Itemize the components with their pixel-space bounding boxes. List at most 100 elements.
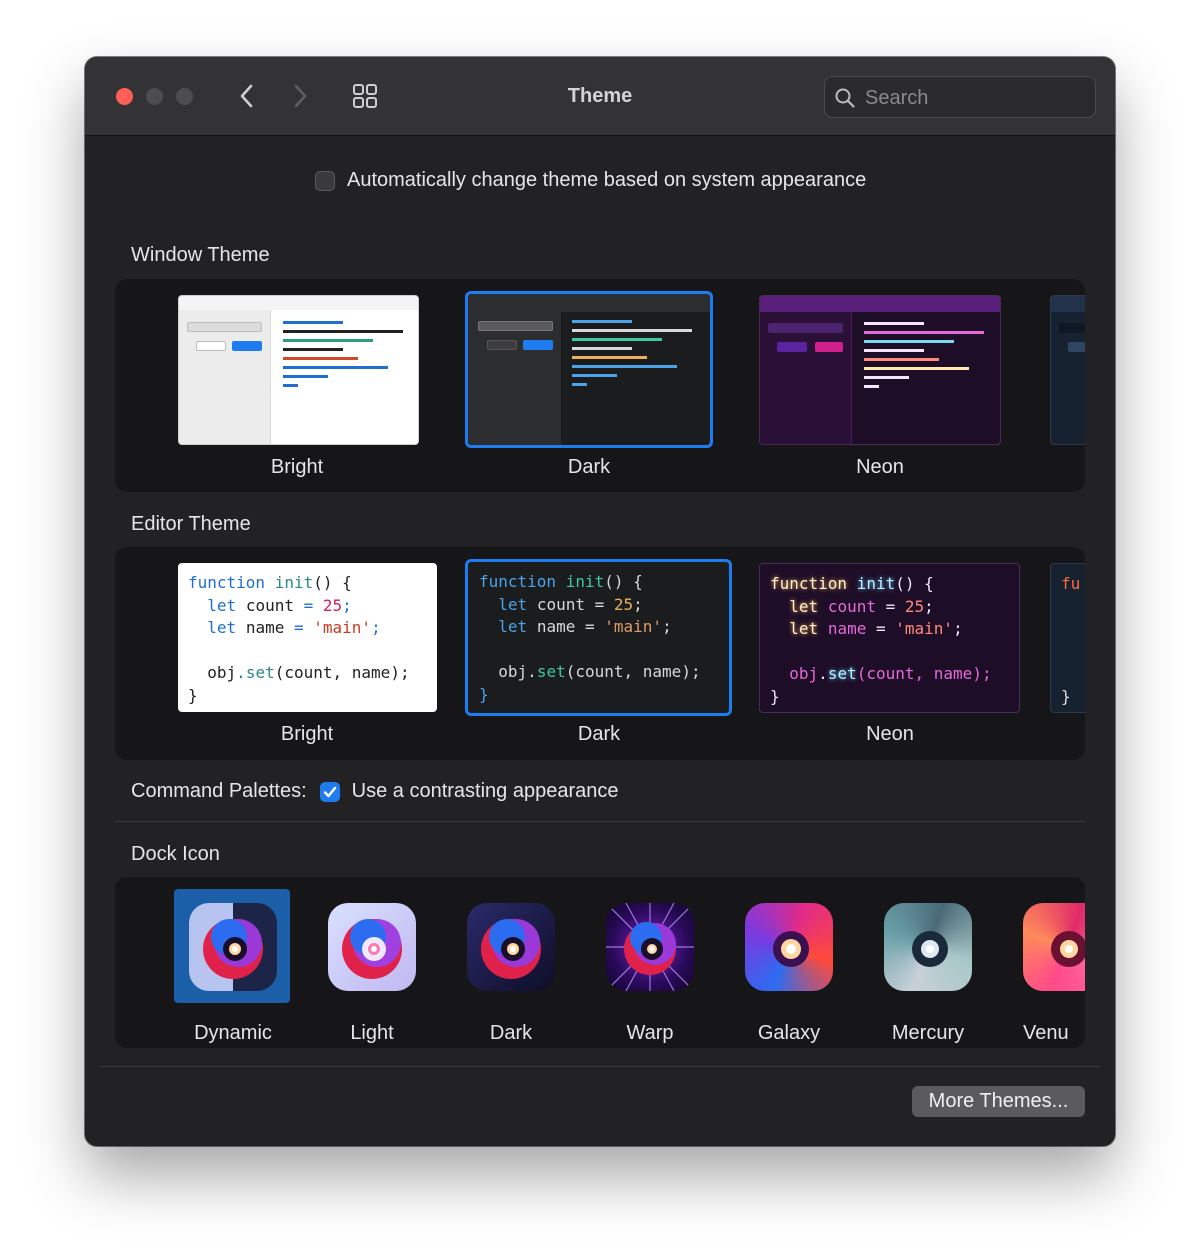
code-text: ; [953,619,963,638]
app-icon-dark [467,903,555,991]
command-palettes-label: Command Palettes: [131,780,307,802]
code-keyword: let [789,619,819,638]
editor-theme-panel: function init() { let count = 25; let na… [115,547,1085,760]
app-icon-mercury [884,903,972,991]
code-text: ; [371,618,381,637]
code-string: 'main' [313,618,372,637]
window-theme-dark-label: Dark [567,456,611,478]
code-keyword: let [498,617,528,636]
code-text: } [188,685,198,705]
code-operator: = [293,618,304,637]
section-divider [115,821,1085,822]
code-number: 25 [322,595,343,615]
dock-icon-venus-label: Venu [1023,1022,1069,1044]
dock-icon-warp-label: Warp [626,1022,674,1044]
dock-icon-dark-label: Dark [489,1022,533,1044]
code-text: name [536,617,576,636]
editor-theme-neon-preview[interactable]: function init() { let count = 25; let na… [759,563,1020,713]
window-theme-panel: Bright Dark Neon [115,279,1085,492]
code-text: (count, name); [565,662,701,681]
dock-icon-galaxy-label: Galaxy [757,1022,821,1044]
dock-icon-dynamic[interactable]: Dynamic [174,889,292,1044]
code-operator: = [875,619,886,638]
code-function: init [565,572,605,591]
app-icon-galaxy [745,903,833,991]
code-text: obj [207,663,237,682]
dock-icon-warp[interactable]: Warp [591,889,709,1044]
code-function: set [245,663,275,682]
code-text: () { [895,574,934,593]
code-function: set [536,662,566,681]
code-text: count [827,596,876,616]
code-text: . [527,662,537,681]
contrasting-appearance-label[interactable]: Use a contrasting appearance [352,780,619,803]
code-string: 'main' [895,619,954,638]
window-theme-next-preview[interactable] [1050,295,1085,445]
dock-icon-heading: Dock Icon [131,843,220,865]
editor-theme-next-preview[interactable]: fu } [1050,563,1085,713]
code-text: ; [924,596,934,616]
more-themes-button[interactable]: More Themes... [912,1086,1085,1117]
code-text: } [770,686,780,706]
app-icon-light [328,903,416,991]
dock-icon-mercury[interactable]: Mercury [869,889,987,1044]
code-keyword: function [770,574,848,593]
app-icon-warp [606,903,694,991]
code-text: ; [633,594,643,614]
code-keyword: fu [1061,574,1081,593]
editor-theme-dark-preview[interactable]: function init() { let count = 25; let na… [465,559,732,716]
auto-theme-checkbox[interactable] [315,170,335,191]
window-theme-bright-label: Bright [270,456,324,478]
editor-theme-bright-preview[interactable]: function init() { let count = 25; let na… [178,563,437,712]
auto-theme-row[interactable]: Automatically change theme based on syst… [315,169,866,192]
dock-icon-light[interactable]: Light [313,889,431,1044]
code-text: () { [604,572,643,591]
code-function: set [827,664,857,683]
code-number: 25 [904,596,925,616]
code-operator: = [885,596,896,616]
code-text: (count, name); [274,663,410,682]
command-palettes-row: Command Palettes: Use a contrasting appe… [131,780,618,803]
code-text: . [236,663,246,682]
code-text: . [818,664,828,683]
dock-icon-light-label: Light [350,1022,394,1044]
code-text: count [245,595,294,615]
checkmark-icon [323,786,336,797]
window-theme-dark-preview[interactable] [465,291,713,448]
title-bar: Theme [85,57,1115,136]
code-text: () { [313,573,352,592]
dock-icon-dynamic-label: Dynamic [194,1022,272,1044]
search-icon [835,88,855,108]
code-operator: = [584,617,595,636]
dock-icon-galaxy[interactable]: Galaxy [730,889,848,1044]
editor-theme-heading: Editor Theme [131,513,251,535]
dock-icon-dark[interactable]: Dark [452,889,570,1044]
window-theme-heading: Window Theme [131,244,270,266]
code-operator: = [594,594,605,614]
code-text: name [245,618,285,637]
app-icon-venus [1023,903,1085,991]
window-theme-neon-preview[interactable] [759,295,1001,445]
auto-theme-label: Automatically change theme based on syst… [347,169,867,191]
code-keyword: let [207,618,237,637]
code-number: 25 [613,594,634,614]
code-text: ; [342,595,352,615]
search-input[interactable] [865,85,1085,111]
code-keyword: function [479,572,557,591]
editor-theme-dark-label: Dark [577,723,621,745]
contrasting-appearance-checkbox[interactable] [319,781,340,802]
code-text: ; [662,617,672,636]
editor-theme-neon-label: Neon [866,723,914,745]
code-text: (count, name); [856,664,992,683]
dock-icon-venus[interactable]: Venu [1008,889,1085,1044]
dock-icon-panel: Dynamic Light Dark Warp Galaxy Mercury V… [115,877,1085,1048]
code-string: 'main' [604,617,663,636]
search-field[interactable] [824,76,1096,118]
code-text: count [536,594,585,614]
code-function: init [856,574,896,593]
code-function: init [274,573,314,592]
code-text: } [479,684,489,704]
app-icon-dynamic [189,903,277,991]
window-theme-bright-preview[interactable] [178,295,419,445]
preferences-window: Theme Automatically change theme based o… [85,57,1115,1146]
